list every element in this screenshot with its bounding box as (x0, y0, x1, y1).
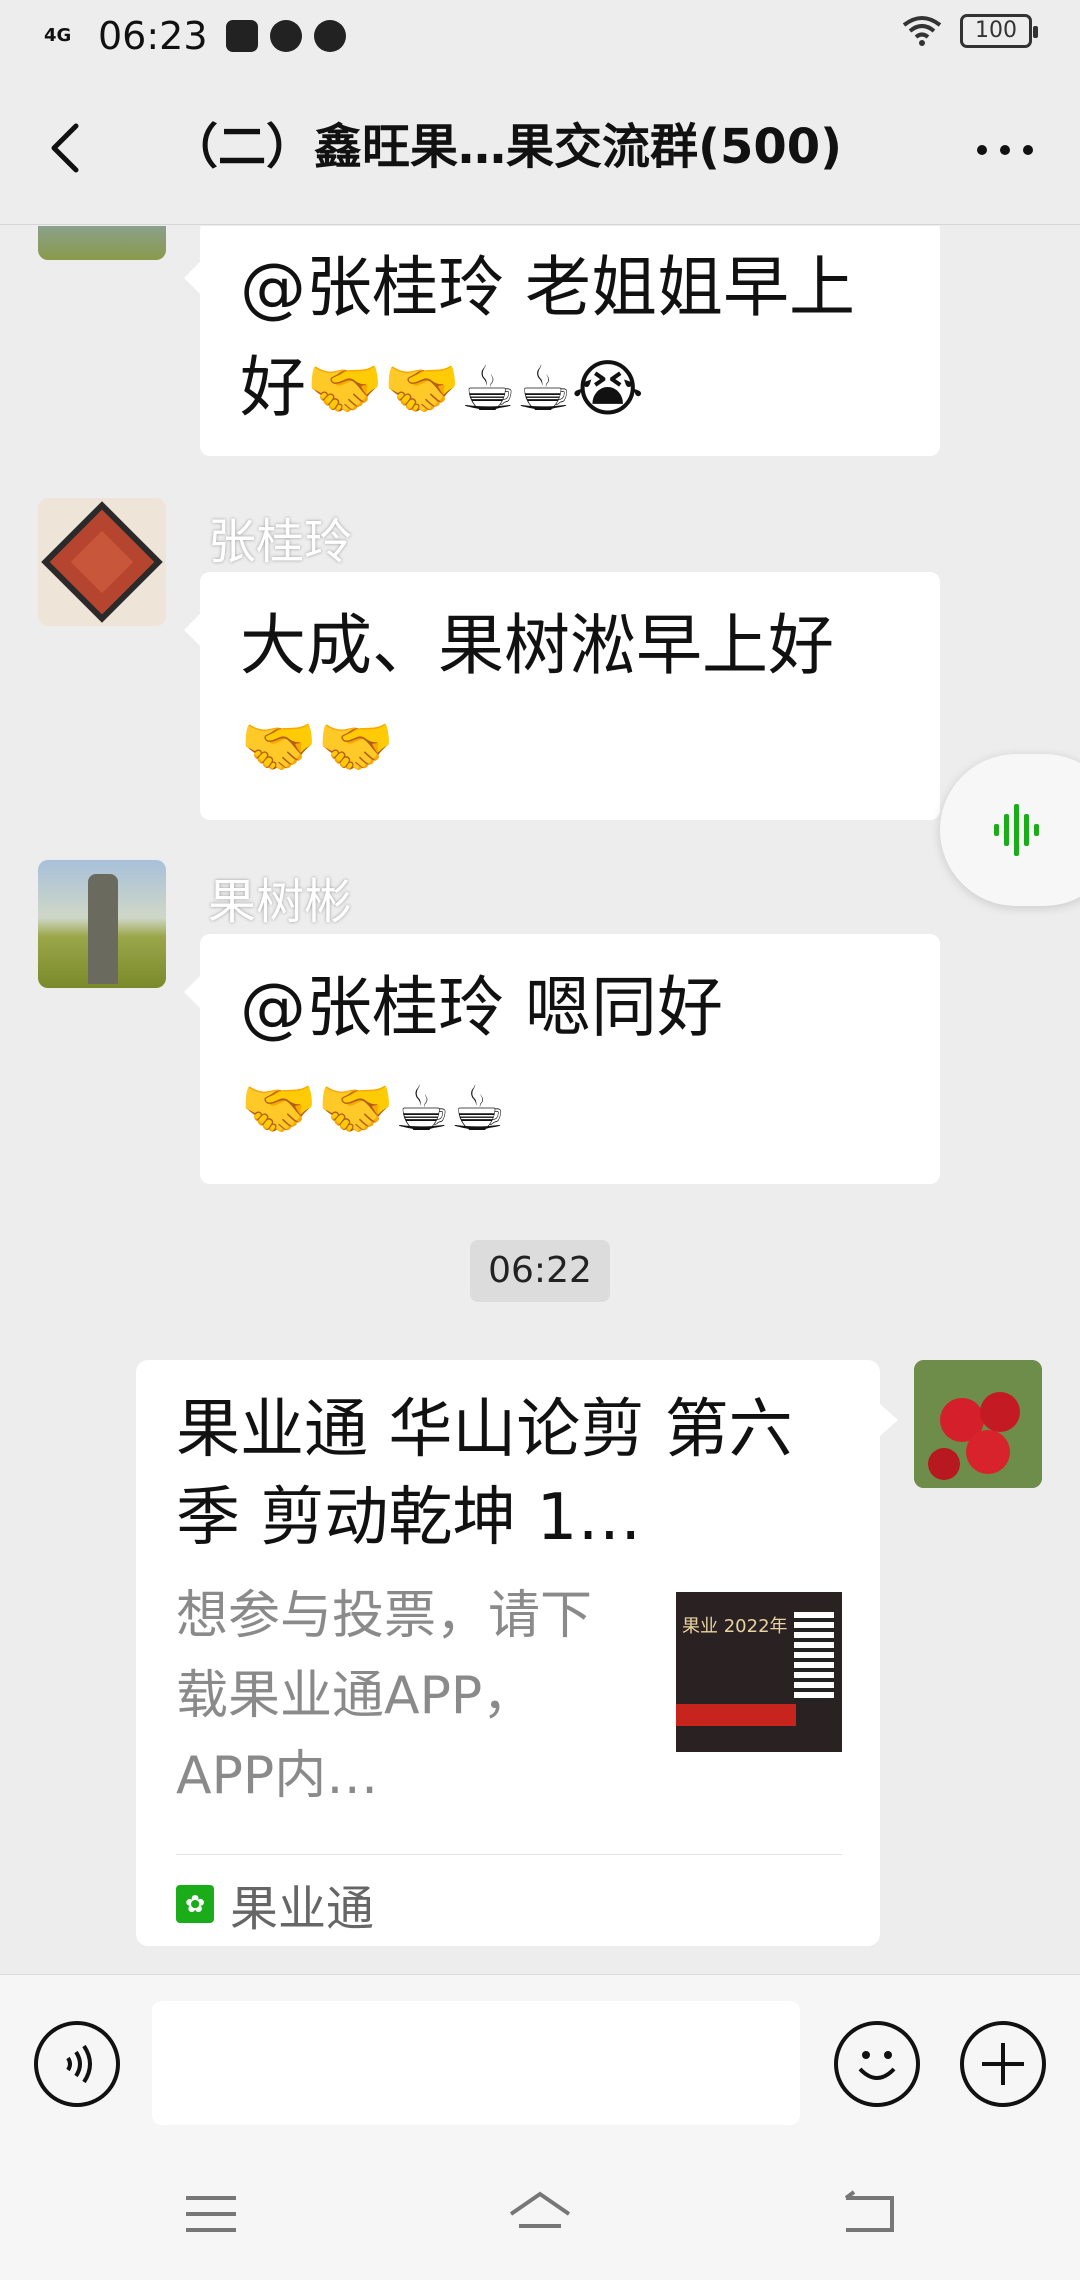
source-name: 果业通 (230, 1881, 375, 1937)
source-logo-icon: ✿ (176, 1885, 214, 1923)
card-source: ✿ 果业通 (176, 1874, 374, 1937)
return-icon[interactable] (834, 2184, 904, 2244)
message-input[interactable] (152, 2001, 800, 2125)
voice-float-button[interactable] (940, 754, 1080, 906)
chat-title: （二）鑫旺果…果交流群(500) (170, 119, 843, 175)
card-title: 果业通 华山论剪 第六季 剪动乾坤 1… (176, 1393, 793, 1555)
sender-name: 张桂玲 (208, 514, 353, 570)
network-indicator: 4G (44, 25, 72, 46)
message-text: 大成、果树淞早上好 (240, 607, 834, 684)
menu-icon[interactable] (176, 2184, 246, 2244)
message-emoji: 🤝🤝☕☕😭 (306, 352, 645, 425)
message-text: @张桂玲 嗯同好 (240, 969, 723, 1046)
thumbnail-text: 果业 2022年 (682, 1616, 788, 1637)
message-bubble[interactable]: @张桂玲 嗯同好 🤝🤝☕☕ (184, 934, 940, 1184)
input-bar (0, 1974, 1080, 2154)
wechat-notification-icon (313, 20, 346, 52)
system-nav-bar (0, 2154, 1080, 2280)
sound-wave-icon (994, 804, 1039, 856)
chat-header: （二）鑫旺果…果交流群(500) (0, 70, 1080, 225)
card-thumbnail: 果业 2022年 (676, 1592, 842, 1752)
battery-indicator: 100 (960, 14, 1038, 48)
plus-icon[interactable] (960, 2021, 1046, 2107)
avatar[interactable] (38, 860, 166, 988)
message-emoji: 🤝🤝☕☕ (240, 1072, 506, 1145)
avatar[interactable] (38, 226, 166, 260)
time-divider: 06:22 (470, 1240, 610, 1302)
shared-link-card[interactable]: 果业通 华山论剪 第六季 剪动乾坤 1… 想参与投票，请下载果业通APP，APP… (136, 1360, 898, 1946)
more-icon[interactable] (970, 125, 1040, 175)
my-avatar[interactable] (914, 1360, 1042, 1488)
home-icon[interactable] (505, 2184, 575, 2244)
card-divider (176, 1854, 842, 1855)
notification-icon (225, 20, 258, 52)
back-icon[interactable] (40, 118, 100, 178)
status-time: 06:23 (98, 14, 208, 58)
message-emoji: 🤝🤝 (240, 710, 395, 783)
message-bubble[interactable]: 大成、果树淞早上好 🤝🤝 (184, 572, 940, 820)
app-notification-icon (269, 20, 302, 52)
message-bubble[interactable]: @张桂玲 老姐姐早上好🤝🤝☕☕😭 (184, 226, 940, 456)
emoji-icon[interactable] (834, 2021, 920, 2107)
status-bar: 4G 06:23 100 (0, 0, 1080, 70)
voice-input-icon[interactable] (34, 2021, 120, 2107)
avatar[interactable] (38, 498, 166, 626)
sender-name: 果树彬 (208, 874, 353, 930)
card-description: 想参与投票，请下载果业通APP，APP内… (176, 1586, 593, 1806)
wifi-icon (902, 16, 942, 46)
message-list[interactable]: @张桂玲 老姐姐早上好🤝🤝☕☕😭 张桂玲 大成、果树淞早上好 🤝🤝 果树彬 @张桂… (0, 226, 1080, 1974)
